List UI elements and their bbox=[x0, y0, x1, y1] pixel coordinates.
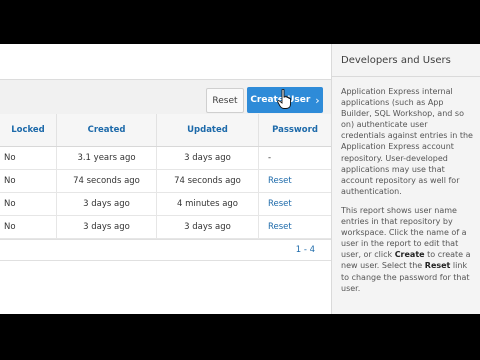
cell-created: 3 days ago bbox=[56, 192, 157, 216]
reset-password-link[interactable]: Reset bbox=[258, 215, 331, 239]
hand-cursor-icon bbox=[277, 89, 291, 109]
cell-updated: 74 seconds ago bbox=[156, 169, 259, 193]
chevron-right-icon: › bbox=[315, 93, 320, 107]
cell-locked: No bbox=[0, 215, 57, 239]
cell-locked: No bbox=[0, 146, 57, 170]
users-report-table: Locked Created Updated Password No 3.1 y… bbox=[0, 114, 331, 239]
cell-created: 3.1 years ago bbox=[56, 146, 157, 170]
column-header-created[interactable]: Created bbox=[56, 114, 157, 147]
help-bold-reset: Reset bbox=[424, 261, 451, 271]
table-row: No 3 days ago 4 minutes ago Reset bbox=[0, 192, 331, 216]
reset-button[interactable]: Reset bbox=[206, 88, 244, 113]
cell-locked: No bbox=[0, 192, 57, 216]
help-panel-title: Developers and Users bbox=[332, 44, 480, 77]
table-header-row: Locked Created Updated Password bbox=[0, 114, 331, 147]
help-panel: Developers and Users Application Express… bbox=[331, 44, 480, 314]
reset-password-link[interactable]: Reset bbox=[258, 169, 331, 193]
cell-updated: 4 minutes ago bbox=[156, 192, 259, 216]
help-panel-body: Application Express internal application… bbox=[332, 77, 480, 294]
table-row: No 74 seconds ago 74 seconds ago Reset bbox=[0, 169, 331, 193]
report-region: Reset Create User › Locked Created Updat… bbox=[0, 44, 331, 314]
app-window: Reset Create User › Locked Created Updat… bbox=[0, 44, 480, 314]
help-paragraph: This report shows user name entries in t… bbox=[341, 205, 474, 294]
cell-locked: No bbox=[0, 169, 57, 193]
reset-password-link[interactable]: Reset bbox=[258, 192, 331, 216]
table-row: No 3.1 years ago 3 days ago - bbox=[0, 146, 331, 170]
column-header-locked[interactable]: Locked bbox=[0, 114, 57, 147]
pagination-bar: 1 - 4 bbox=[0, 239, 331, 261]
help-bold-create: Create bbox=[394, 250, 425, 260]
help-paragraph: Application Express internal application… bbox=[341, 87, 473, 196]
cell-password: - bbox=[258, 146, 331, 170]
cell-updated: 3 days ago bbox=[156, 215, 259, 239]
column-header-password[interactable]: Password bbox=[258, 114, 331, 147]
cell-updated: 3 days ago bbox=[156, 146, 259, 170]
cell-created: 74 seconds ago bbox=[56, 169, 157, 193]
pagination-range: 1 - 4 bbox=[295, 245, 315, 255]
cell-created: 3 days ago bbox=[56, 215, 157, 239]
column-header-updated[interactable]: Updated bbox=[156, 114, 259, 147]
table-row: No 3 days ago 3 days ago Reset bbox=[0, 215, 331, 239]
